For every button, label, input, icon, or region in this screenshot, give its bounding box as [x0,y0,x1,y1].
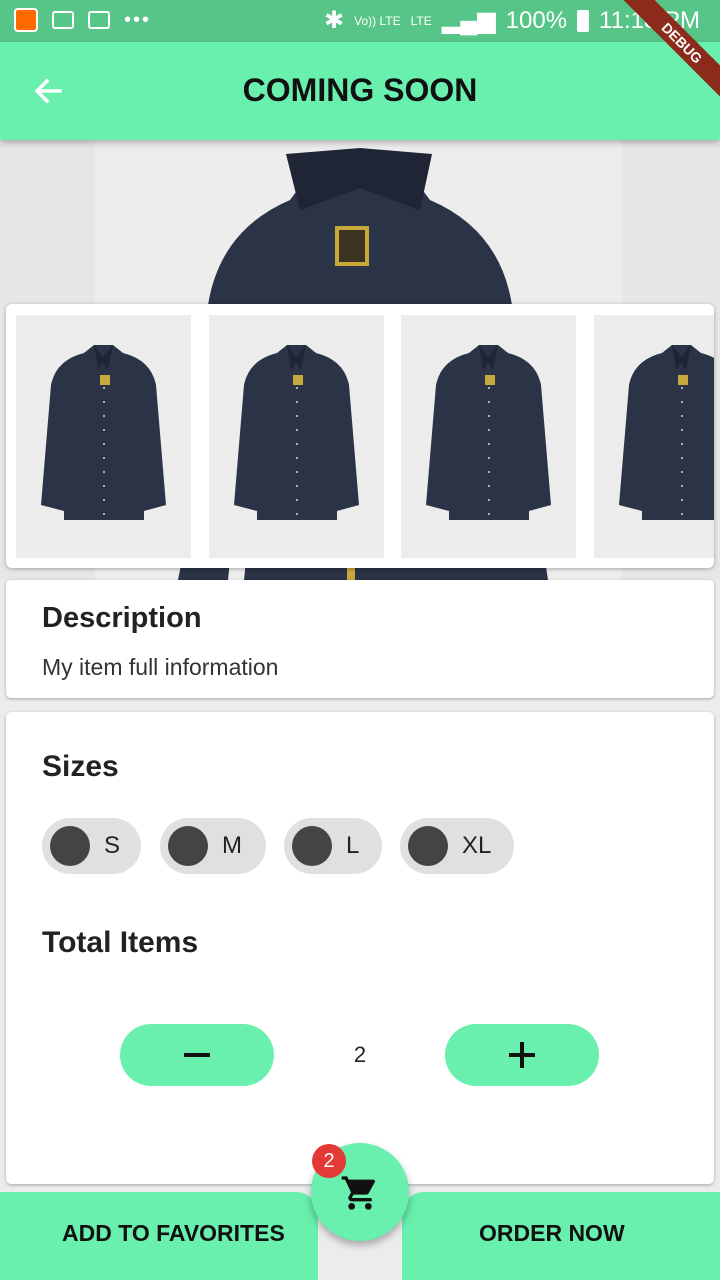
app-bar: COMING SOON [0,42,720,140]
signal-icon: ▂▄▆ [441,7,496,34]
status-bar: ••• ✱ Vo)) LTE LTE ▂▄▆ 100% 11:18 PM [0,0,720,42]
size-label: M [222,832,242,859]
order-now-button[interactable]: ORDER NOW [479,1220,625,1247]
size-label: XL [462,832,492,859]
thumbnail-gallery[interactable] [6,304,714,568]
size-label: S [104,832,121,859]
shirt-thumbnail-image [619,345,714,520]
shirt-thumbnail-image [234,345,359,520]
total-items-title: Total Items [42,926,199,959]
description-title: Description [42,602,202,634]
sizes-title: Sizes [42,750,119,783]
size-chip-l[interactable]: L [284,818,382,874]
image-notification-icon [52,11,74,29]
bluetooth-icon: ✱ [324,7,345,34]
size-avatar-dot [408,826,448,866]
description-text: My item full information [42,654,279,680]
size-chip-m[interactable]: M [160,818,266,874]
increment-button[interactable] [445,1024,599,1086]
lte-indicator: LTE [410,13,432,28]
size-avatar-dot [168,826,208,866]
volte-indicator: Vo)) LTE [354,13,401,28]
minus-icon [184,1053,210,1057]
more-notifications-icon: ••• [124,9,152,31]
thumbnail-2[interactable] [209,315,384,558]
size-avatar-dot [292,826,332,866]
order-section: ORDER NOW [402,1192,720,1280]
favorites-section: ADD TO FAVORITES [0,1192,318,1280]
add-to-favorites-button[interactable]: ADD TO FAVORITES [62,1220,285,1247]
quantity-value: 2 [353,1042,367,1067]
page-title: COMING SOON [242,72,478,108]
decrement-button[interactable] [120,1024,274,1086]
size-label: L [346,832,360,859]
video-notification-icon [88,11,110,29]
size-avatar-dot [50,826,90,866]
thumbnail-4[interactable] [594,315,714,558]
size-chip-xl[interactable]: XL [400,818,514,874]
battery-icon [577,9,590,32]
thumbnail-3[interactable] [401,315,576,558]
description-card: Description My item full information [6,580,714,698]
battery-percent: 100% [505,6,568,34]
plus-icon [509,1042,535,1068]
options-card: Sizes S M L XL Total Items 2 [6,712,714,1184]
cart-count-badge: 2 [312,1144,346,1178]
thumbnail-1[interactable] [16,315,191,558]
shirt-thumbnail-image [426,345,551,520]
size-chip-s[interactable]: S [42,818,141,874]
cart-icon [341,1176,376,1210]
shirt-thumbnail-image [41,345,166,520]
app-notification-icon [14,8,38,32]
